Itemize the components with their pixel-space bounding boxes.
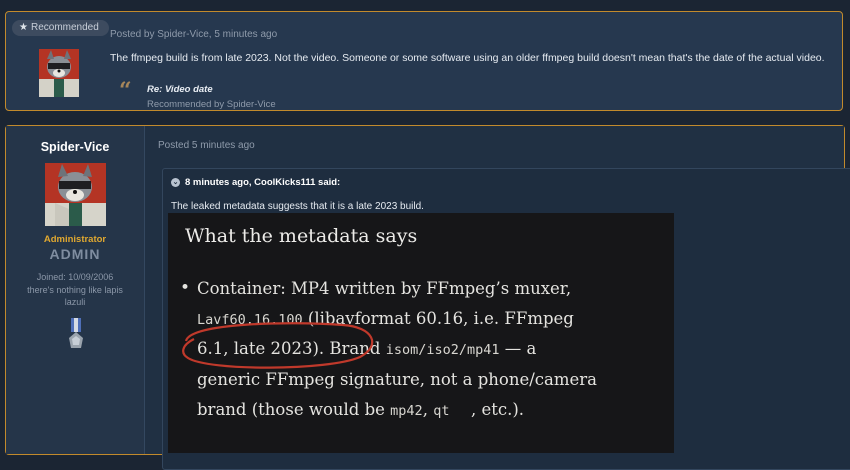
award-medal-icon[interactable] xyxy=(68,318,84,358)
recommended-by: Recommended by Spider-Vice xyxy=(147,99,276,110)
recommended-meta: Posted by Spider-Vice, 5 minutes ago xyxy=(110,29,278,40)
author-bio: there's nothing like lapis lazuli xyxy=(6,284,144,308)
author-bio-line: lazuli xyxy=(64,297,86,307)
author-username[interactable]: Spider-Vice xyxy=(6,140,144,154)
quote-header[interactable]: ⌄ 8 minutes ago, CoolKicks111 said: xyxy=(171,177,340,188)
author-role: Administrator xyxy=(43,234,107,245)
post-timestamp[interactable]: Posted 5 minutes ago xyxy=(158,140,255,151)
author-joined: Joined: 10/09/2006 xyxy=(36,272,114,282)
author-panel: Spider-Vice Administrator ADMIN Joined: … xyxy=(6,126,145,454)
avatar[interactable] xyxy=(45,163,106,226)
quote-icon: “ xyxy=(119,78,132,104)
recommended-badge: ★ Recommended xyxy=(12,20,109,36)
recommended-text: The ffmpeg build is from late 2023. Not … xyxy=(110,52,825,64)
role-badge: ADMIN xyxy=(49,246,101,262)
quote-text: The leaked metadata suggests that it is … xyxy=(171,201,424,212)
recommended-post: ★ Recommended Posted by Spider-Vice, 5 mi… xyxy=(5,11,843,111)
star-icon: ★ xyxy=(19,22,28,33)
avatar[interactable] xyxy=(39,49,79,97)
forum-post: Spider-Vice Administrator ADMIN Joined: … xyxy=(5,125,850,470)
post-content: Posted 5 minutes ago ⌄ 8 minutes ago, Coo… xyxy=(145,126,850,470)
quote-header-text: 8 minutes ago, CoolKicks111 said: xyxy=(185,177,341,188)
chevron-down-icon[interactable]: ⌄ xyxy=(171,178,180,187)
embedded-screenshot[interactable]: What the metadata says • Container: MP4 … xyxy=(168,213,674,453)
recommended-badge-label: Recommended xyxy=(30,22,99,33)
recommended-link[interactable]: Re: Video date xyxy=(147,84,213,95)
red-annotation-circle xyxy=(182,322,374,369)
author-bio-line: there's nothing like lapis xyxy=(27,285,123,295)
